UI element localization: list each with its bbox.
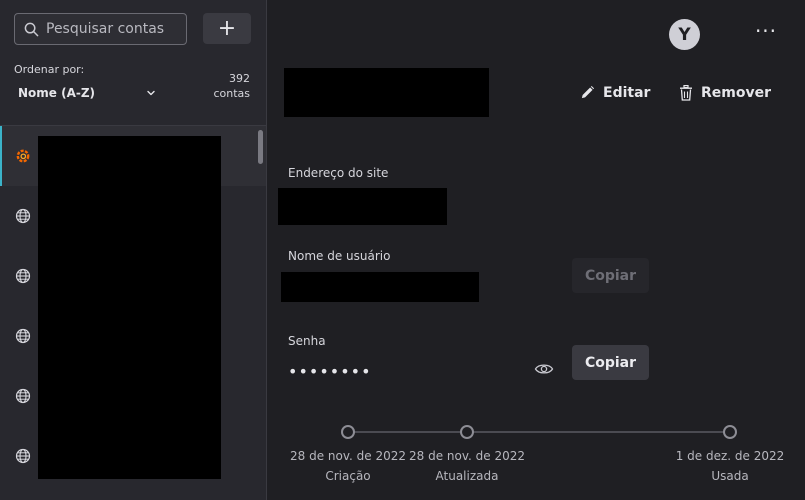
plus-icon: + <box>217 15 237 41</box>
search-input[interactable] <box>46 21 181 37</box>
scrollbar[interactable] <box>258 130 263 164</box>
redacted-site-address <box>278 188 447 225</box>
used-label: Usada <box>711 469 749 483</box>
globe-icon <box>15 268 31 284</box>
password-label: Senha <box>288 334 326 348</box>
globe-icon <box>15 208 31 224</box>
used-date: 1 de dez. de 2022 <box>675 449 785 463</box>
redacted-account-names <box>38 136 221 479</box>
copy-username-button[interactable]: Copiar <box>572 258 649 293</box>
pencil-icon <box>581 85 595 99</box>
account-count-unit: contas <box>213 87 250 100</box>
account-count-number: 392 <box>229 72 250 85</box>
chevron-down-icon <box>147 90 155 96</box>
eye-icon[interactable] <box>534 361 554 377</box>
updated-date: 28 de nov. de 2022 <box>409 449 525 463</box>
timeline-dot <box>723 425 737 439</box>
grafana-icon <box>16 149 30 163</box>
created-label: Criação <box>325 469 371 483</box>
redacted-username <box>281 272 479 302</box>
account-list <box>0 125 266 500</box>
search-box[interactable] <box>14 13 187 45</box>
edit-label: Editar <box>603 84 651 101</box>
sort-value: Nome (A-Z) <box>18 86 96 100</box>
created-date: 28 de nov. de 2022 <box>290 449 406 463</box>
trash-icon <box>680 84 692 101</box>
redacted-account-title <box>284 68 489 117</box>
account-count: 392 contas <box>213 71 250 101</box>
add-account-button[interactable]: + <box>203 13 251 44</box>
sidebar: + Ordenar por: Nome (A-Z) 392 contas <box>0 0 267 500</box>
timeline-dot <box>341 425 355 439</box>
password-value: •••••••• <box>288 362 372 381</box>
more-menu-button[interactable]: ··· <box>754 21 778 44</box>
sort-label: Ordenar por: <box>14 63 85 76</box>
username-label: Nome de usuário <box>288 249 391 263</box>
remove-label: Remover <box>701 84 772 101</box>
updated-label: Atualizada <box>435 469 499 483</box>
copy-password-button[interactable]: Copiar <box>572 345 649 380</box>
search-icon <box>24 22 39 36</box>
site-address-label: Endereço do site <box>288 166 389 180</box>
remove-button[interactable]: Remover <box>679 80 771 105</box>
globe-icon <box>15 328 31 344</box>
avatar[interactable]: Y <box>669 19 700 50</box>
edit-button[interactable]: Editar <box>580 80 650 105</box>
timeline-dot <box>460 425 474 439</box>
account-detail: Y ··· Editar Remover Endereço do site No… <box>268 0 805 500</box>
timeline-line <box>348 431 731 433</box>
globe-icon <box>15 448 31 464</box>
globe-icon <box>15 388 31 404</box>
sort-select[interactable]: Nome (A-Z) <box>18 84 156 102</box>
